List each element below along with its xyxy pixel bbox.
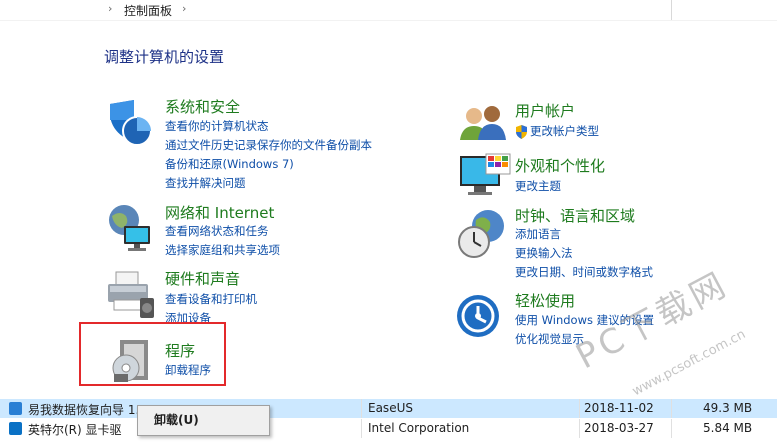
easeus-app-icon <box>9 402 22 415</box>
link-troubleshoot[interactable]: 查找并解决问题 <box>165 174 246 193</box>
column-divider <box>361 399 362 418</box>
ease-of-access-icon[interactable] <box>456 292 512 348</box>
category-ease-of-access[interactable]: 轻松使用 <box>515 290 575 311</box>
uac-shield-icon <box>515 124 528 139</box>
category-appearance[interactable]: 外观和个性化 <box>515 155 605 176</box>
link-backup-restore[interactable]: 备份和还原(Windows 7) <box>165 155 294 174</box>
breadcrumb-chevron-icon[interactable]: › <box>182 2 186 15</box>
uninstall-menu-item[interactable]: 卸载(U) <box>140 409 267 432</box>
address-divider <box>671 0 672 20</box>
program-publisher: Intel Corporation <box>368 421 470 435</box>
intel-app-icon <box>9 422 22 435</box>
link-change-account-type[interactable]: 更改帐户类型 <box>530 122 599 141</box>
category-clock-language-region[interactable]: 时钟、语言和区域 <box>515 205 635 226</box>
breadcrumb-chevron-icon[interactable]: › <box>108 2 112 15</box>
link-uninstall-program[interactable]: 卸载程序 <box>165 361 211 380</box>
program-size: 49.3 MB <box>703 401 753 415</box>
category-hardware-sound[interactable]: 硬件和声音 <box>165 268 240 289</box>
link-network-status[interactable]: 查看网络状态和任务 <box>165 222 269 241</box>
category-programs[interactable]: 程序 <box>165 340 195 361</box>
table-row[interactable]: 易我数据恢复向导 1.1 EaseUS 2018-11-02 49.3 MB <box>0 399 777 418</box>
link-change-theme[interactable]: 更改主题 <box>515 177 561 196</box>
network-icon[interactable] <box>104 202 160 258</box>
clock-globe-icon[interactable] <box>456 208 512 264</box>
category-system-security[interactable]: 系统和安全 <box>165 96 240 117</box>
column-divider <box>579 419 580 438</box>
link-homegroup[interactable]: 选择家庭组和共享选项 <box>165 241 280 260</box>
category-user-accounts[interactable]: 用户帐户 <box>515 100 575 121</box>
printer-icon[interactable] <box>104 268 160 324</box>
link-change-input-method[interactable]: 更换输入法 <box>515 244 573 263</box>
breadcrumb-control-panel[interactable]: 控制面板 <box>124 2 172 19</box>
program-name: 易我数据恢复向导 1.1 <box>28 403 147 417</box>
program-date: 2018-03-27 <box>584 421 654 435</box>
context-menu: 卸载(U) <box>137 405 270 436</box>
column-divider <box>579 399 580 418</box>
link-add-language[interactable]: 添加语言 <box>515 225 561 244</box>
program-date: 2018-11-02 <box>584 401 654 415</box>
page-title: 调整计算机的设置 <box>104 48 225 66</box>
link-file-history[interactable]: 通过文件历史记录保存你的文件备份副本 <box>165 136 372 155</box>
column-divider <box>361 419 362 438</box>
program-size: 5.84 MB <box>703 421 753 435</box>
link-view-computer-status[interactable]: 查看你的计算机状态 <box>165 117 269 136</box>
shield-icon[interactable] <box>104 98 160 154</box>
table-row[interactable]: 英特尔(R) 显卡驱 Intel Corporation 2018-03-27 … <box>0 419 777 438</box>
program-name: 英特尔(R) 显卡驱 <box>28 423 122 437</box>
column-divider <box>671 419 672 438</box>
link-change-date-format[interactable]: 更改日期、时间或数字格式 <box>515 263 653 282</box>
program-publisher: EaseUS <box>368 401 413 415</box>
address-bar: › 控制面板 › <box>0 0 777 21</box>
column-divider <box>671 399 672 418</box>
monitor-icon[interactable] <box>456 152 512 208</box>
users-icon[interactable] <box>456 100 512 156</box>
link-devices-printers[interactable]: 查看设备和打印机 <box>165 290 257 309</box>
category-network-internet[interactable]: 网络和 Internet <box>165 202 274 223</box>
